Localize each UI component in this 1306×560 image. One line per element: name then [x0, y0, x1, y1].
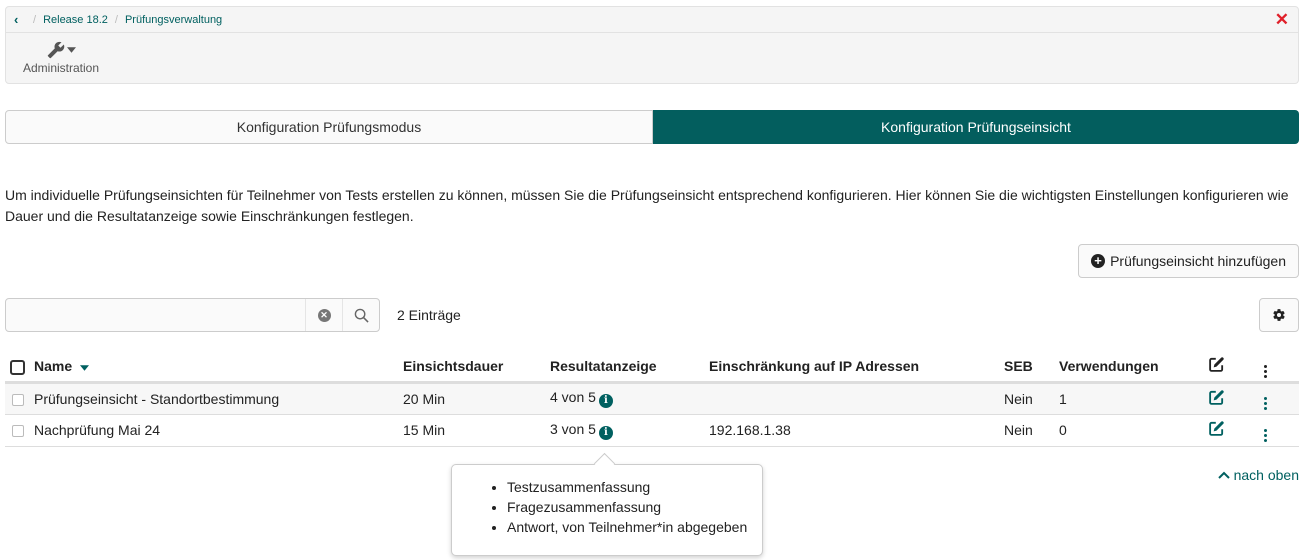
search-input[interactable] [6, 299, 305, 331]
search-box: ✕ [5, 298, 380, 332]
table-row: Prüfungseinsicht - Standortbestimmung 20… [5, 382, 1299, 415]
row-actions-icon[interactable] [1264, 397, 1267, 410]
more-options-icon[interactable] [1264, 364, 1267, 378]
clear-icon: ✕ [317, 308, 331, 322]
column-header-ip[interactable]: Einschränkung auf IP Adressen [709, 352, 1004, 384]
row-checkbox[interactable] [12, 393, 24, 406]
search-icon [354, 308, 369, 323]
config-tabs: Konfiguration Prüfungsmodus Konfiguratio… [5, 110, 1299, 144]
edit-icon[interactable] [1208, 389, 1225, 406]
gear-icon [1273, 309, 1285, 321]
row-checkbox[interactable] [12, 425, 24, 438]
administration-menu-button[interactable]: Administration [20, 39, 102, 75]
info-icon[interactable]: i [598, 425, 613, 440]
cell-duration: 20 Min [403, 382, 550, 415]
cell-usage: 1 [1059, 382, 1208, 415]
cell-seb: Nein [1004, 414, 1059, 447]
results-list-item: Testzusammenfassung [507, 477, 762, 497]
breadcrumb-exam-management[interactable]: Prüfungsverwaltung [125, 14, 222, 26]
table-settings-button[interactable] [1259, 298, 1299, 332]
tab-exam-mode-config[interactable]: Konfiguration Prüfungsmodus [5, 110, 653, 144]
column-header-results[interactable]: Resultatanzeige [550, 352, 709, 384]
wrench-icon [47, 41, 64, 59]
clear-search-button[interactable]: ✕ [305, 299, 342, 331]
add-exam-review-button[interactable]: + Prüfungseinsicht hinzufügen [1078, 244, 1299, 278]
cell-results: 3 von 5 [550, 420, 596, 437]
add-exam-review-label: Prüfungseinsicht hinzufügen [1110, 253, 1286, 269]
cell-ip [709, 382, 1004, 415]
results-list-item: Antwort, von Teilnehmer*in abgegeben [507, 517, 762, 537]
cell-name: Prüfungseinsicht - Standortbestimmung [34, 382, 403, 415]
plus-circle-icon: + [1091, 254, 1106, 268]
back-to-top-label: nach oben [1233, 467, 1299, 483]
column-header-seb[interactable]: SEB [1004, 352, 1059, 384]
search-button[interactable] [342, 299, 379, 331]
table-header-row: Name Einsichtsdauer Resultatanzeige Eins… [5, 352, 1299, 384]
breadcrumb-separator: / [114, 13, 118, 26]
breadcrumb-separator: / [33, 13, 37, 26]
cell-ip: 192.168.1.38 [709, 414, 1004, 447]
results-list: Testzusammenfassung Fragezusammenfassung… [452, 477, 762, 537]
tab-exam-review-config[interactable]: Konfiguration Prüfungseinsicht [653, 110, 1299, 144]
column-header-duration[interactable]: Einsichtsdauer [403, 352, 550, 384]
administration-label: Administration [22, 61, 100, 75]
column-header-name[interactable]: Name [34, 352, 403, 384]
results-list-item: Fragezusammenfassung [507, 497, 762, 517]
column-header-usage[interactable]: Verwendungen [1059, 352, 1208, 384]
edit-icon[interactable] [1208, 420, 1225, 437]
row-actions-icon[interactable] [1264, 428, 1267, 442]
cell-seb: Nein [1004, 382, 1059, 415]
cell-duration: 15 Min [403, 414, 550, 447]
close-icon[interactable]: ✕ [1275, 10, 1289, 30]
select-all-checkbox[interactable] [10, 359, 25, 375]
cell-usage: 0 [1059, 414, 1208, 447]
page-description: Um individuelle Prüfungseinsichten für T… [5, 187, 1289, 224]
results-info-popover: Testzusammenfassung Fragezusammenfassung… [451, 464, 763, 556]
cell-results: 4 von 5 [550, 389, 596, 405]
toolbar: ‹ / Release 18.2 / Prüfungsverwaltung ✕ … [5, 6, 1299, 84]
chevron-up-icon [1217, 471, 1230, 479]
back-to-top-link[interactable]: nach oben [1217, 467, 1299, 483]
breadcrumb-release[interactable]: Release 18.2 [43, 14, 108, 26]
back-chevron-icon[interactable]: ‹ [14, 12, 26, 27]
entry-count: 2 Einträge [397, 307, 461, 323]
table-row: Nachprüfung Mai 24 15 Min 3 von 5i 192.1… [5, 414, 1299, 447]
cell-name: Nachprüfung Mai 24 [34, 414, 403, 447]
caret-down-icon [66, 47, 76, 53]
exam-review-table: Name Einsichtsdauer Resultatanzeige Eins… [5, 352, 1299, 447]
edit-icon [1209, 357, 1224, 373]
info-icon[interactable]: i [598, 394, 613, 408]
sort-desc-icon [80, 365, 90, 371]
breadcrumb: ‹ / Release 18.2 / Prüfungsverwaltung [6, 7, 1298, 33]
